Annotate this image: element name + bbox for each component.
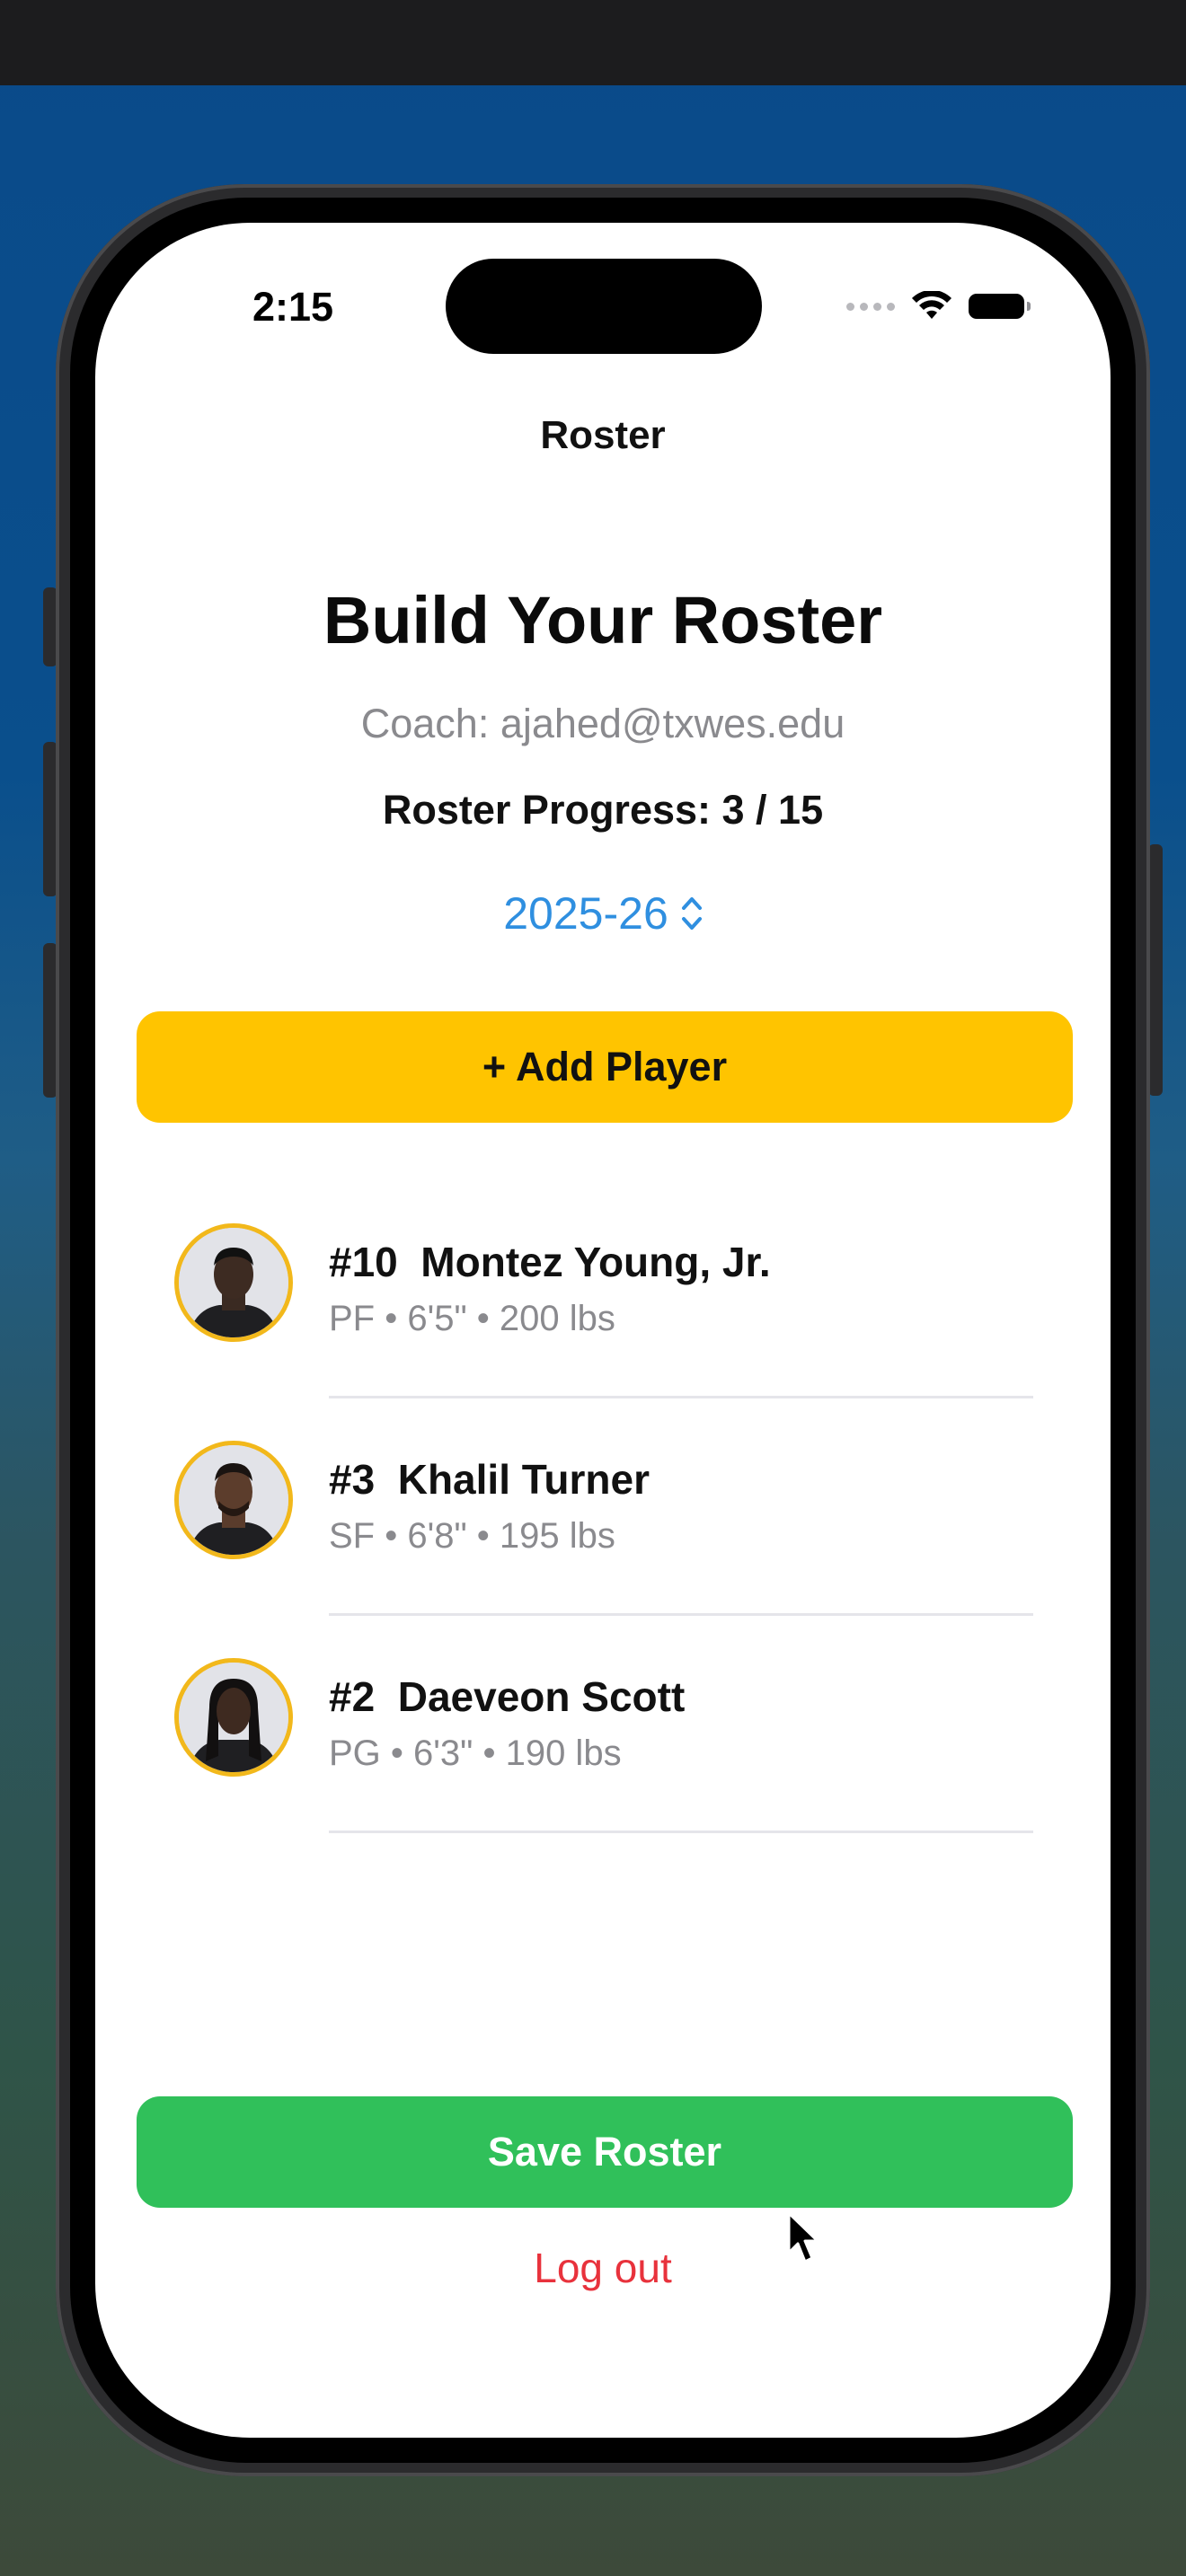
nav-title: Roster (540, 413, 666, 457)
row-divider (329, 1831, 1033, 1833)
player-details: PF • 6'5" • 200 lbs (329, 1299, 615, 1338)
player-details: PG • 6'3" • 190 lbs (329, 1734, 622, 1773)
row-divider (329, 1613, 1033, 1616)
logout-button[interactable]: Log out (95, 2244, 1111, 2292)
status-time: 2:15 (252, 284, 334, 330)
save-roster-button[interactable]: Save Roster (137, 2096, 1073, 2208)
coach-email: Coach: ajahed@txwes.edu (360, 701, 845, 746)
phone-screen: 2:15 Roster Build Your Roster Coach: aja… (95, 223, 1111, 2438)
player-row[interactable]: #3 Khalil Turner SF • 6'8" • 195 lbs (95, 1419, 1111, 1636)
cellular-dots-icon (846, 302, 895, 311)
season-picker[interactable]: 2025-26 (95, 887, 1111, 940)
add-player-button[interactable]: + Add Player (137, 1011, 1073, 1123)
player-row[interactable]: #10 Montez Young, Jr. PF • 6'5" • 200 lb… (95, 1202, 1111, 1419)
roster-progress: Roster Progress: 3 / 15 (382, 787, 824, 833)
page-title: Build Your Roster (323, 583, 883, 657)
player-details: SF • 6'8" • 195 lbs (329, 1516, 615, 1556)
season-value: 2025-26 (503, 888, 668, 939)
battery-icon (969, 294, 1031, 319)
dynamic-island (446, 259, 762, 354)
window-top-bar (0, 0, 1186, 85)
player-name: #3 Khalil Turner (329, 1456, 651, 1503)
player-avatar (174, 1223, 293, 1342)
player-avatar (174, 1441, 293, 1559)
player-avatar (174, 1658, 293, 1777)
mouse-pointer-icon (787, 2211, 819, 2263)
phone-power-button (1148, 844, 1163, 1096)
status-icons (846, 291, 1031, 322)
desktop-background: 2:15 Roster Build Your Roster Coach: aja… (0, 0, 1186, 2576)
player-row[interactable]: #2 Daeveon Scott PG • 6'3" • 190 lbs (95, 1636, 1111, 1854)
player-name: #2 Daeveon Scott (329, 1673, 686, 1720)
chevron-up-down-icon (681, 897, 702, 930)
wifi-icon (912, 291, 951, 319)
player-name: #10 Montez Young, Jr. (329, 1239, 771, 1285)
row-divider (329, 1396, 1033, 1398)
